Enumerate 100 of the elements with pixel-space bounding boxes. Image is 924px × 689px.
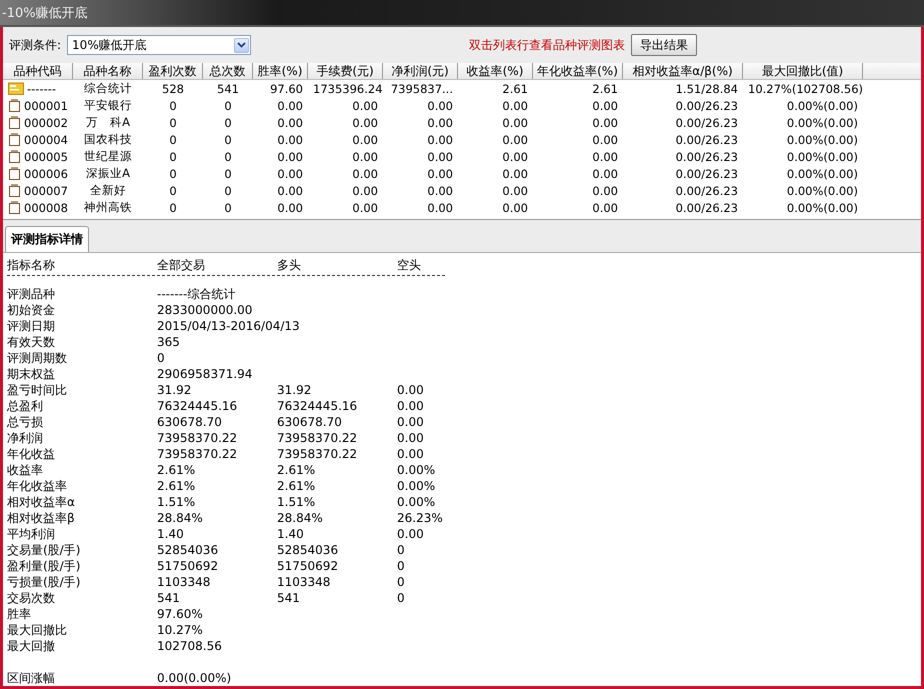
- column-header[interactable]: 品种代码: [3, 63, 73, 79]
- table-cell-text: 0: [168, 132, 178, 146]
- table-cell-text: 0.00: [426, 98, 454, 112]
- metric-value: 0: [157, 350, 165, 366]
- code-cell: 000008: [24, 200, 68, 214]
- document-icon: [8, 99, 21, 112]
- table-cell-text: 0.00: [426, 200, 454, 214]
- column-header[interactable]: 胜率(%): [253, 63, 308, 79]
- hint-text: 双击列表行查看品种评测图表: [469, 36, 625, 54]
- table-cell-text: 0.00%(0.00): [786, 150, 859, 164]
- metric-label: 初始资金: [7, 302, 55, 318]
- metric-value: 73958370.22: [277, 446, 358, 462]
- column-header[interactable]: 相对收益率α/β(%): [623, 63, 743, 79]
- document-icon: [8, 167, 21, 180]
- table-cell-text: 0.00: [276, 184, 304, 198]
- metric-value: 2.61%: [277, 478, 316, 494]
- table-cell-text: 0: [223, 132, 233, 146]
- code-cell: 000007: [24, 184, 68, 198]
- metric-value: 2015/04/13-2016/04/13: [157, 318, 300, 334]
- metric-value: 1.51%: [277, 494, 316, 510]
- table-cell-text: 0.00%(0.00): [786, 132, 859, 146]
- metric-value: 73958370.22: [157, 446, 238, 462]
- table-cell-text: 0.00: [351, 98, 379, 112]
- column-header[interactable]: 总次数: [203, 63, 253, 79]
- column-header: 多头: [277, 257, 301, 273]
- table-cell-text: 0.00%(0.00): [786, 98, 859, 112]
- metric-value: 28.84%: [157, 510, 203, 526]
- window-title: -10%赚低开底: [2, 4, 88, 22]
- column-header[interactable]: 最大回撤比(值): [743, 63, 863, 79]
- metric-label: 亏损量(股/手): [7, 574, 80, 590]
- table-cell-text: 0.00/26.23: [674, 98, 739, 112]
- table-cell-text: 0: [168, 98, 178, 112]
- table-cell-text: 0.00: [276, 166, 304, 180]
- table-cell-text: 0.00: [591, 184, 619, 198]
- table-cell-text: 0: [168, 184, 178, 198]
- column-header[interactable]: 手续费(元): [308, 63, 383, 79]
- metric-value: 76324445.16: [157, 398, 238, 414]
- table-cell-text: 10.27%(102708.56): [747, 82, 863, 96]
- table-cell-text: 0.00: [591, 116, 619, 130]
- table-cell-text: 0.00: [591, 200, 619, 214]
- table-cell-text: 0.00/26.23: [674, 150, 739, 164]
- table-cell-text: 0: [168, 166, 178, 180]
- table-cell-text: 0.00: [351, 116, 379, 130]
- table-cell-text: 0.00: [351, 150, 379, 164]
- metric-value: 31.92: [277, 382, 312, 398]
- table-cell-text: 0: [223, 98, 233, 112]
- document-icon: [8, 116, 21, 129]
- metric-value: 0.00: [397, 414, 424, 430]
- table-cell-text: 97.60: [269, 82, 304, 96]
- metric-label: 相对收益率α: [7, 494, 75, 510]
- table-cell-text: 0.00: [501, 116, 529, 130]
- metric-value: 1.51%: [157, 494, 196, 510]
- metric-label: 盈利量(股/手): [7, 558, 80, 574]
- column-header[interactable]: 盈利次数: [143, 63, 203, 79]
- table-cell-text: 0.00%(0.00): [786, 116, 859, 130]
- table-cell-text: 0.00/26.23: [674, 166, 739, 180]
- table-cell-text: 2.61: [591, 82, 619, 96]
- metric-label: 最大回撤: [7, 638, 55, 654]
- table-cell-text: 0.00: [276, 150, 304, 164]
- table-cell-text: 0.00: [591, 132, 619, 146]
- table-cell-text: 0: [223, 166, 233, 180]
- table-cell-text: 国农科技: [83, 132, 133, 147]
- table-cell-text: 0: [168, 116, 178, 130]
- column-header: 空头: [397, 257, 421, 273]
- table-cell-text: 0.00: [276, 98, 304, 112]
- metric-label: 净利润: [7, 430, 43, 446]
- metric-value: 0: [397, 574, 405, 590]
- metric-value: 0.00%: [397, 478, 436, 494]
- table-cell-text: 528: [161, 82, 185, 96]
- column-header[interactable]: 年化收益率(%): [533, 63, 623, 79]
- table-cell-text: 0.00: [351, 184, 379, 198]
- column-header[interactable]: 收益率(%): [458, 63, 533, 79]
- metric-value: 0: [397, 590, 405, 606]
- column-header[interactable]: 净利润(元): [383, 63, 458, 79]
- table-cell-text: 世纪星源: [83, 149, 133, 164]
- table-cell-text: 0.00: [276, 200, 304, 214]
- table-cell-text: 平安银行: [83, 98, 133, 113]
- document-icon: [8, 184, 21, 197]
- document-icon: [8, 201, 21, 214]
- table-cell-text: 0: [223, 184, 233, 198]
- column-header: 全部交易: [157, 257, 205, 273]
- table-cell-text: 0.00/26.23: [674, 116, 739, 130]
- metric-value: 630678.70: [157, 414, 222, 430]
- table-cell-text: 0.00: [591, 166, 619, 180]
- export-button[interactable]: 导出结果: [631, 34, 697, 56]
- metric-label: 胜率: [7, 606, 31, 622]
- table-cell-text: 0: [168, 200, 178, 214]
- table-cell-text: 0: [223, 116, 233, 130]
- metric-label: 评测日期: [7, 318, 55, 334]
- table-cell-text: 0.00: [591, 150, 619, 164]
- condition-dropdown[interactable]: 10%赚低开底: [67, 35, 252, 55]
- tab[interactable]: 评测指标详情: [5, 226, 89, 252]
- table-cell-text: 0: [223, 200, 233, 214]
- table-cell-text: 7395837...: [390, 82, 454, 96]
- metric-value: 0.00: [397, 446, 424, 462]
- metric-value: 76324445.16: [277, 398, 358, 414]
- column-header[interactable]: 品种名称: [73, 63, 143, 79]
- metric-value: 0.00: [397, 398, 424, 414]
- document-icon: [8, 150, 21, 163]
- table-cell-text: 全新好: [89, 183, 127, 198]
